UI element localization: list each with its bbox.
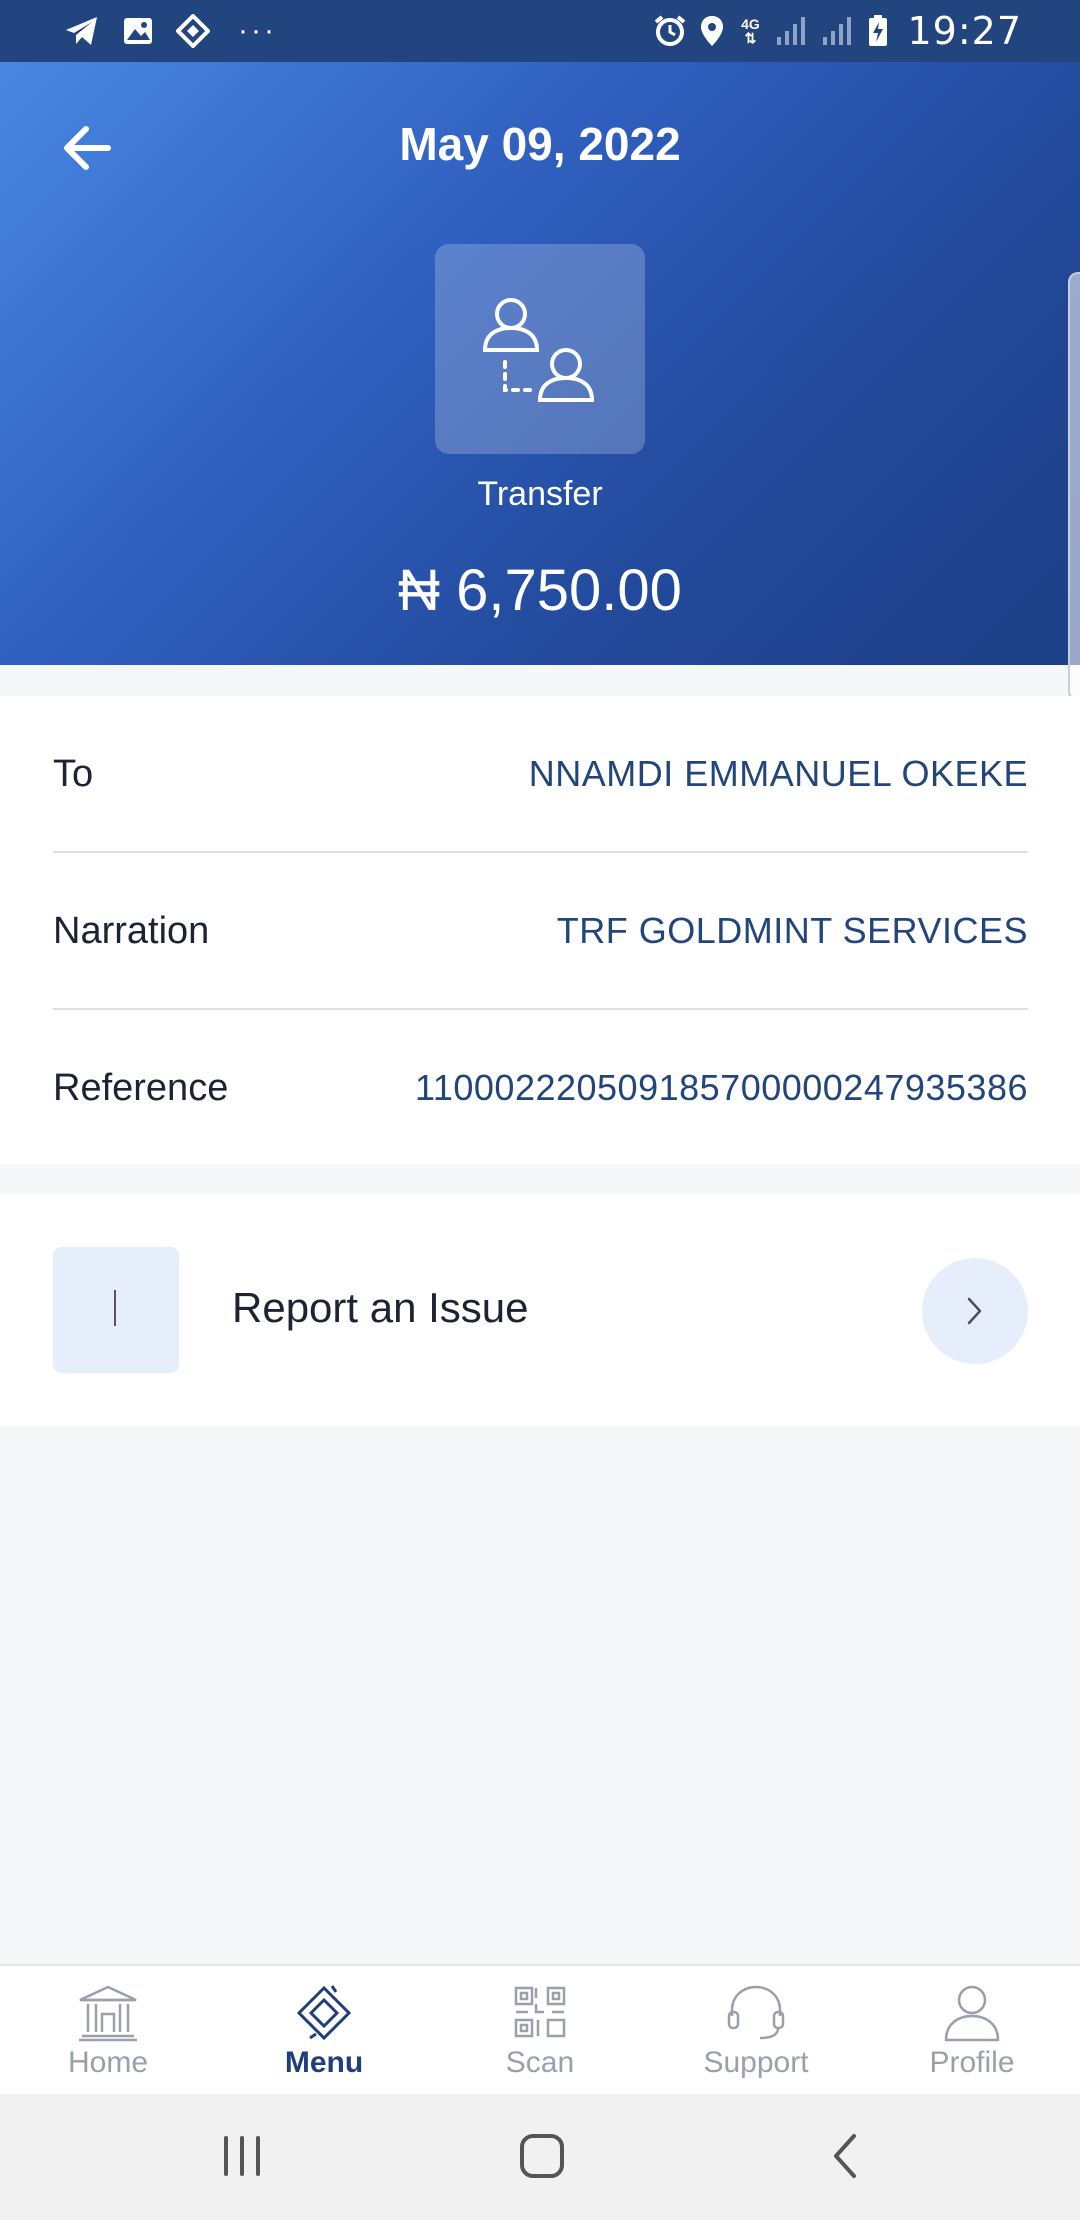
alarm-icon <box>655 15 686 46</box>
nav-label: Scan <box>505 2046 575 2079</box>
network-indicator: 4G ⇅ <box>737 17 763 45</box>
qr-scan-icon <box>514 1986 566 2038</box>
nav-profile[interactable]: Profile <box>864 1966 1080 2096</box>
diamond-menu-icon <box>296 1985 352 2041</box>
transfer-people-icon <box>482 298 595 402</box>
detail-label: Narration <box>53 909 210 952</box>
nav-scan[interactable]: Scan <box>432 1966 648 2096</box>
telegram-icon <box>66 17 97 45</box>
nav-label: Support <box>703 2046 809 2079</box>
status-bar: ··· 4G ⇅ 19:27 <box>0 0 1080 62</box>
transaction-header: May 09, 2022 Transfer ₦ 6,750.00 <box>0 62 1080 665</box>
nav-label: Home <box>67 2046 149 2079</box>
home-button-icon[interactable] <box>518 2132 566 2180</box>
detail-value: 110002220509185700000247935386 <box>415 1067 1028 1108</box>
detail-row-to: To NNAMDI EMMANUEL OKEKE <box>53 696 1028 852</box>
gallery-icon <box>124 18 152 44</box>
battery-charging-icon <box>869 15 888 46</box>
clock: 19:27 <box>907 9 1022 53</box>
back-button-icon[interactable] <box>826 2132 866 2180</box>
signal-icon <box>777 17 806 45</box>
transaction-type-icon-box <box>435 244 645 454</box>
report-issue-label: Report an Issue <box>232 1284 529 1331</box>
transaction-details: To NNAMDI EMMANUEL OKEKE Narration TRF G… <box>0 696 1080 1164</box>
more-notifications-icon: ··· <box>238 14 277 47</box>
nav-menu[interactable]: Menu <box>216 1966 432 2096</box>
detail-row-reference: Reference 110002220509185700000247935386 <box>53 1010 1028 1166</box>
nav-support[interactable]: Support <box>648 1966 864 2096</box>
system-navigation-bar <box>0 2094 1080 2220</box>
detail-value: NNAMDI EMMANUEL OKEKE <box>528 753 1028 794</box>
binance-icon <box>176 14 210 48</box>
detail-label: To <box>53 752 94 795</box>
nav-label: Menu <box>284 2046 364 2079</box>
user-icon <box>944 1985 1000 2042</box>
bottom-navigation: Home Menu Scan Support Profile <box>0 1964 1080 2096</box>
nav-home[interactable]: Home <box>0 1966 216 2096</box>
status-icons: 4G ⇅ 19:27 <box>653 9 1022 53</box>
signal-icon-2 <box>823 17 852 45</box>
detail-value: TRF GOLDMINT SERVICES <box>556 910 1028 951</box>
notification-icons: ··· <box>64 10 277 52</box>
data-arrows-icon: ⇅ <box>744 30 757 46</box>
chevron-right-icon <box>967 1297 982 1325</box>
page-title: May 09, 2022 <box>399 118 681 170</box>
transaction-amount: ₦ 6,750.00 <box>398 558 682 623</box>
bank-icon <box>79 1985 137 2042</box>
detail-label: Reference <box>53 1066 229 1109</box>
headset-icon <box>727 1985 785 2040</box>
report-issue-row[interactable]: Report an Issue <box>0 1194 1080 1426</box>
recent-apps-icon[interactable] <box>216 2134 268 2178</box>
nav-label: Profile <box>929 2046 1015 2079</box>
report-issue-icon <box>53 1247 179 1373</box>
transaction-type: Transfer <box>477 475 603 513</box>
location-icon <box>701 16 724 46</box>
edge-panel-handle[interactable] <box>1068 272 1080 701</box>
report-issue-button[interactable] <box>922 1258 1028 1364</box>
detail-row-narration: Narration TRF GOLDMINT SERVICES <box>53 853 1028 1009</box>
